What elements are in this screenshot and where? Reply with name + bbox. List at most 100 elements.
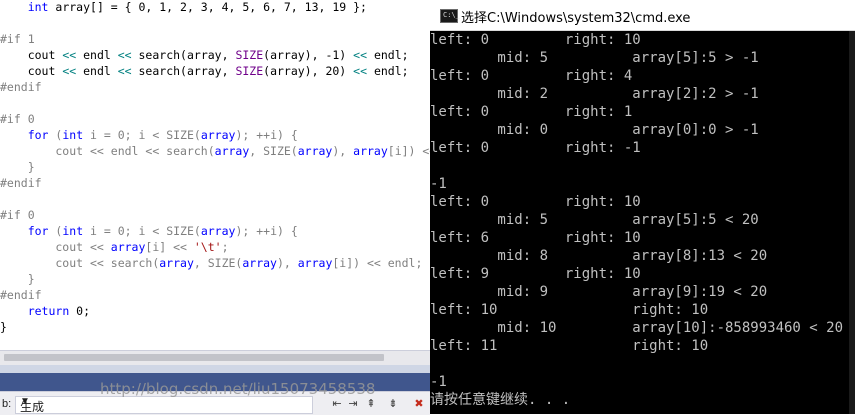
code-token: cout << endl << search(	[0, 144, 215, 158]
code-token: <<	[353, 64, 368, 78]
console-line: left: 0 right: -1	[430, 140, 641, 156]
watermark-text: http://blog.csdn.net/liu15073458538	[100, 380, 376, 398]
code-token: search(array,	[131, 64, 236, 78]
code-token: cout <<	[0, 240, 111, 254]
console-line: left: 11 right: 10	[430, 338, 709, 354]
code-token: SIZE	[235, 64, 264, 78]
code-line[interactable]: for (int i = 0; i < SIZE(array); ++i) {	[0, 223, 298, 239]
code-token: <<	[117, 64, 132, 78]
cmd-icon-glyph: C:\_	[443, 11, 460, 19]
code-token: #endif	[0, 80, 42, 94]
code-token: cout	[0, 48, 63, 62]
code-line[interactable]: #endif	[0, 175, 42, 191]
code-token: cout	[0, 64, 63, 78]
code-line[interactable]: cout << endl << search(array, SIZE(array…	[0, 63, 409, 79]
console-line: mid: 0 array[0]:0 > -1	[430, 122, 759, 138]
code-token: #if 0	[0, 208, 35, 222]
code-line[interactable]: int array[] = { 0, 1, 2, 3, 4, 5, 6, 7, …	[0, 0, 367, 15]
console-line: left: 0 right: 10	[430, 194, 641, 210]
code-line[interactable]: #if 0	[0, 111, 35, 127]
console-line: left: 0 right: 10	[430, 32, 641, 48]
code-token: 0;	[69, 304, 91, 318]
cmd-titlebar[interactable]: C:\_ 选择C:\Windows\system32\cmd.exe	[430, 0, 855, 31]
code-line[interactable]: return 0;	[0, 303, 90, 319]
code-token: endl;	[367, 64, 409, 78]
output-source-select[interactable]: 生成 ▼	[15, 396, 313, 414]
code-token: array	[214, 144, 250, 158]
console-line: left: 6 right: 10	[430, 230, 641, 246]
code-token: [i]) << endl;	[332, 256, 423, 270]
cmd-window[interactable]: C:\_ 选择C:\Windows\system32\cmd.exe left:…	[430, 0, 855, 414]
code-token: for	[27, 224, 49, 238]
code-token: array	[297, 256, 333, 270]
code-token: int	[62, 128, 84, 142]
console-line: 请按任意键继续. . .	[430, 392, 571, 408]
code-line[interactable]: #if 1	[0, 31, 35, 47]
code-line[interactable]: #if 0	[0, 207, 35, 223]
console-line: mid: 10 array[10]:-858993460 < 20	[430, 320, 844, 336]
code-token: [i] <<	[145, 240, 194, 254]
code-token: <<	[353, 48, 368, 62]
align-right-icon[interactable]: ⇟	[384, 396, 402, 412]
code-token: array	[200, 224, 236, 238]
code-token: [i]) << endl;	[387, 144, 430, 158]
code-line[interactable]: for (int i = 0; i < SIZE(array); ++i) {	[0, 127, 298, 143]
console-line: mid: 2 array[2]:2 > -1	[430, 86, 759, 102]
code-line[interactable]: cout << array[i] << '\t';	[0, 239, 229, 255]
code-line[interactable]: #endif	[0, 79, 42, 95]
code-token: ;	[221, 240, 229, 254]
code-line[interactable]: }	[0, 271, 35, 287]
scrollbar-thumb[interactable]	[4, 354, 384, 361]
go-to-next-icon[interactable]: ⇥	[344, 396, 362, 412]
cmd-app-icon[interactable]: C:\_	[440, 9, 460, 23]
code-line[interactable]: }	[0, 159, 35, 175]
console-scrollbar[interactable]	[849, 31, 855, 414]
code-line[interactable]: cout << endl << search(array, SIZE(array…	[0, 143, 430, 159]
code-editor[interactable]: int array[] = { 0, 1, 2, 3, 4, 5, 6, 7, …	[0, 0, 430, 350]
code-token: (	[48, 224, 63, 238]
code-token: endl	[76, 64, 118, 78]
output-source-label: b:	[2, 398, 12, 410]
code-token: #endif	[0, 176, 42, 190]
panel-splitter[interactable]	[0, 365, 430, 373]
cmd-window-title: 选择C:\Windows\system32\cmd.exe	[461, 11, 691, 26]
code-token: <<	[117, 48, 132, 62]
console-line: mid: 5 array[5]:5 < 20	[430, 212, 759, 228]
code-token: #if 1	[0, 32, 35, 46]
code-line[interactable]: #endif	[0, 287, 42, 303]
code-token: ),	[332, 144, 354, 158]
code-token: array	[200, 128, 236, 142]
console-line: left: 0 right: 1	[430, 104, 633, 120]
code-line[interactable]: cout << search(array, SIZE(array), array…	[0, 255, 422, 271]
console-line: left: 0 right: 4	[430, 68, 633, 84]
code-line[interactable]: cout << endl << search(array, SIZE(array…	[0, 47, 409, 63]
console-line: mid: 9 array[9]:19 < 20	[430, 284, 768, 300]
code-token: i = 0; i < SIZE(	[83, 224, 201, 238]
code-token: search(array,	[131, 48, 236, 62]
code-token: }	[0, 160, 35, 174]
clear-all-icon[interactable]: ✖	[410, 396, 428, 412]
code-token: }	[0, 272, 35, 286]
editor-horizontal-scrollbar[interactable]	[0, 350, 430, 365]
code-token: ); ++i) {	[235, 224, 298, 238]
console-line: left: 9 right: 10	[430, 266, 641, 282]
code-token: array[] = { 0, 1, 2, 3, 4, 5, 6, 7, 13, …	[48, 0, 367, 14]
code-token: array	[353, 144, 388, 158]
console-line: mid: 8 array[8]:13 < 20	[430, 248, 768, 264]
code-token: }	[0, 320, 7, 334]
code-token: ); ++i) {	[235, 128, 298, 142]
code-token: return	[27, 304, 70, 318]
code-line[interactable]: }	[0, 319, 7, 335]
code-token: cout << search(	[0, 256, 160, 270]
console-line: left: 10 right: 10	[430, 302, 709, 318]
align-left-icon[interactable]: ⇞	[362, 396, 380, 412]
code-token: SIZE	[235, 48, 264, 62]
code-token: int	[62, 224, 84, 238]
code-token: int	[27, 0, 49, 14]
console-line: mid: 5 array[5]:5 > -1	[430, 50, 759, 66]
code-token: '\t'	[193, 240, 222, 254]
code-token: endl;	[367, 48, 409, 62]
